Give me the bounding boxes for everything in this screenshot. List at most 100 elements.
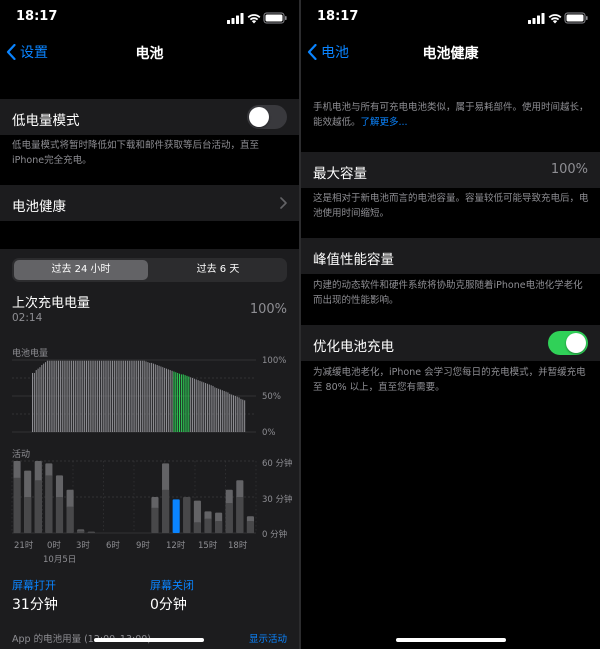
level-tick-0: 0% xyxy=(262,428,276,438)
level-bar xyxy=(219,389,221,432)
level-bar xyxy=(167,369,169,432)
level-bar xyxy=(199,380,201,432)
level-bar xyxy=(154,364,156,432)
activity-bar-screen-on xyxy=(77,530,85,533)
level-bar xyxy=(238,397,240,432)
level-bar xyxy=(98,360,101,432)
activity-bar-screen-on xyxy=(66,506,74,533)
level-bar xyxy=(244,400,246,432)
level-bar xyxy=(180,374,182,432)
level-bar xyxy=(82,360,84,432)
level-bar xyxy=(236,396,238,432)
home-indicator[interactable] xyxy=(396,638,506,642)
level-bar xyxy=(104,360,106,432)
level-bar xyxy=(67,360,69,432)
level-bar xyxy=(63,360,65,432)
optimized-charging-toggle[interactable] xyxy=(548,331,588,355)
level-bar xyxy=(152,363,154,432)
level-bar xyxy=(141,360,143,432)
battery-health-row[interactable]: 电池健康 xyxy=(0,185,299,221)
last-charge-time: 02:14 xyxy=(12,312,43,324)
level-bar xyxy=(145,361,147,432)
home-indicator[interactable] xyxy=(94,638,204,642)
level-bar xyxy=(143,360,145,432)
level-bar xyxy=(84,360,86,432)
level-bar xyxy=(177,372,179,432)
level-bar xyxy=(97,360,99,432)
battery-icon xyxy=(263,12,287,24)
level-bar xyxy=(171,370,173,432)
level-bar xyxy=(102,360,104,432)
level-bar xyxy=(59,360,61,432)
status-time: 18:17 xyxy=(317,9,359,24)
activity-bar-screen-on xyxy=(151,507,159,533)
activity-bar-screen-on xyxy=(87,531,95,533)
chevron-right-icon xyxy=(280,197,287,209)
level-bar xyxy=(206,383,208,432)
x-tick-0: 0时 xyxy=(47,541,61,551)
level-bar xyxy=(58,360,60,432)
activity-bar-screen-on xyxy=(34,480,42,533)
optimized-charging-footer: 为减缓电池老化，iPhone 会学习您每日的充电模式，并暂缓充电至 80% 以上… xyxy=(313,367,586,393)
level-bar xyxy=(229,393,231,432)
level-bar xyxy=(173,371,175,432)
level-bar xyxy=(33,372,35,432)
level-bar xyxy=(195,379,197,432)
level-bar xyxy=(61,360,63,432)
max-capacity-footer: 这是相对于新电池而言的电池容量。容量较低可能导致充电后，电池使用时间缩短。 xyxy=(313,193,589,219)
level-bar xyxy=(134,360,136,432)
wifi-icon xyxy=(548,14,562,24)
level-bar xyxy=(156,365,158,432)
level-bar xyxy=(48,360,50,432)
level-bar xyxy=(85,360,87,432)
tab-24-hours[interactable]: 过去 24 小时 xyxy=(14,260,148,280)
level-bar xyxy=(74,360,76,432)
level-bar xyxy=(65,360,67,432)
level-bar xyxy=(45,362,47,432)
activity-bar-screen-on xyxy=(193,522,201,533)
level-bar xyxy=(234,396,236,432)
battery-intro: 手机电池与所有可充电电池类似，属于易耗部件。使用时间越长，能效越低。了解更多..… xyxy=(313,100,590,130)
level-bar xyxy=(160,366,162,432)
x-tick-3: 3时 xyxy=(76,541,90,551)
level-bar xyxy=(32,372,34,432)
level-bar xyxy=(69,360,71,432)
low-power-mode-toggle[interactable] xyxy=(247,105,287,129)
level-bar xyxy=(216,388,218,432)
level-bar xyxy=(188,376,190,432)
level-tick-50: 50% xyxy=(262,392,281,402)
battery-icon xyxy=(564,12,588,24)
level-bar xyxy=(192,378,194,432)
nav-bar: 设置 电池 xyxy=(0,34,299,70)
level-bar xyxy=(164,367,166,432)
level-bar xyxy=(225,391,227,432)
max-capacity-label: 最大容量 xyxy=(313,166,367,182)
level-bar xyxy=(113,360,115,432)
low-power-mode-row: 低电量模式 xyxy=(0,99,299,135)
battery-intro-text: 手机电池与所有可充电电池类似，属于易耗部件。使用时间越长，能效越低。 xyxy=(313,102,589,128)
cellular-signal-icon xyxy=(528,13,545,24)
level-bar xyxy=(76,360,78,432)
date-label: 10月5日 xyxy=(43,555,77,565)
battery-screen: 18:17 设置 电池 低电量模式 低电量模式将暂时降低如下载和邮件获取等后台活… xyxy=(0,0,299,649)
level-bar xyxy=(93,360,95,432)
show-activity-link[interactable]: 显示活动 xyxy=(249,631,287,645)
level-bar xyxy=(100,360,102,432)
level-bar xyxy=(210,385,212,432)
level-bar xyxy=(147,362,149,432)
low-power-mode-footer: 低电量模式将暂时降低如下载和邮件获取等后台活动，直至iPhone完全充电。 xyxy=(12,140,260,166)
level-bar xyxy=(46,360,48,432)
level-bar xyxy=(138,360,140,432)
level-bar xyxy=(136,360,138,432)
level-bar xyxy=(95,360,97,432)
nav-bar: 电池 电池健康 xyxy=(301,34,600,70)
level-bar xyxy=(37,368,39,432)
status-bar: 18:17 xyxy=(301,0,600,34)
tab-6-days[interactable]: 过去 6 天 xyxy=(151,260,285,280)
level-tick-100: 100% xyxy=(262,356,287,366)
max-capacity-row: 最大容量 100% xyxy=(301,152,600,188)
level-bar xyxy=(193,378,195,432)
screen-off-value: 0分钟 xyxy=(150,597,187,613)
x-tick-6: 6时 xyxy=(106,541,120,551)
learn-more-link[interactable]: 了解更多... xyxy=(361,117,408,128)
